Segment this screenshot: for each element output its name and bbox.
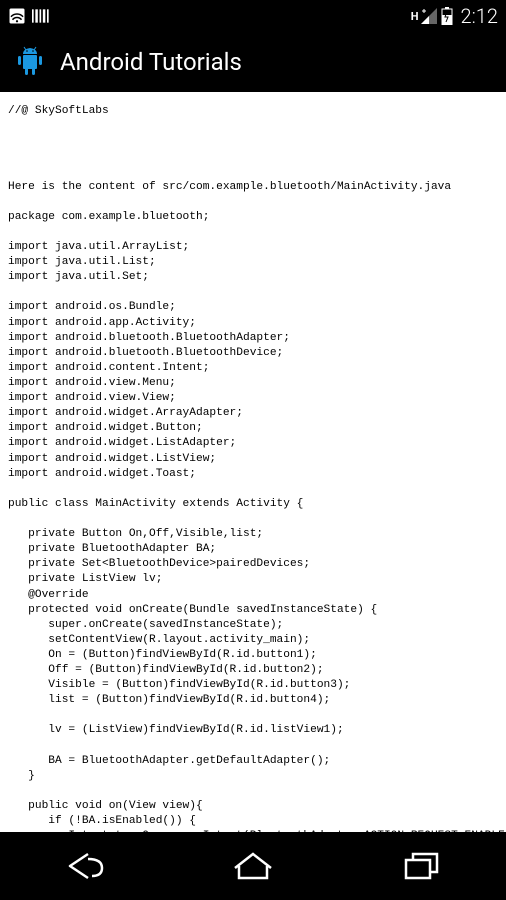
code-text: //@ SkySoftLabs Here is the content of s… <box>8 104 498 832</box>
network-type-label: H <box>411 10 419 23</box>
status-time: 2:12 <box>461 4 498 28</box>
status-left-icons <box>8 7 52 25</box>
back-button[interactable] <box>34 841 134 891</box>
status-right-icons: H 2:12 <box>411 4 498 28</box>
barcode-icon <box>32 7 52 25</box>
wifi-icon <box>8 7 26 25</box>
content-area[interactable]: //@ SkySoftLabs Here is the content of s… <box>0 92 506 832</box>
android-icon <box>12 44 48 80</box>
home-button[interactable] <box>203 841 303 891</box>
app-title: Android Tutorials <box>60 48 242 76</box>
navigation-bar <box>0 832 506 900</box>
app-bar: Android Tutorials <box>0 32 506 92</box>
battery-icon <box>441 7 453 25</box>
signal-icon <box>421 8 437 24</box>
recent-apps-button[interactable] <box>372 841 472 891</box>
status-bar: H 2:12 <box>0 0 506 32</box>
